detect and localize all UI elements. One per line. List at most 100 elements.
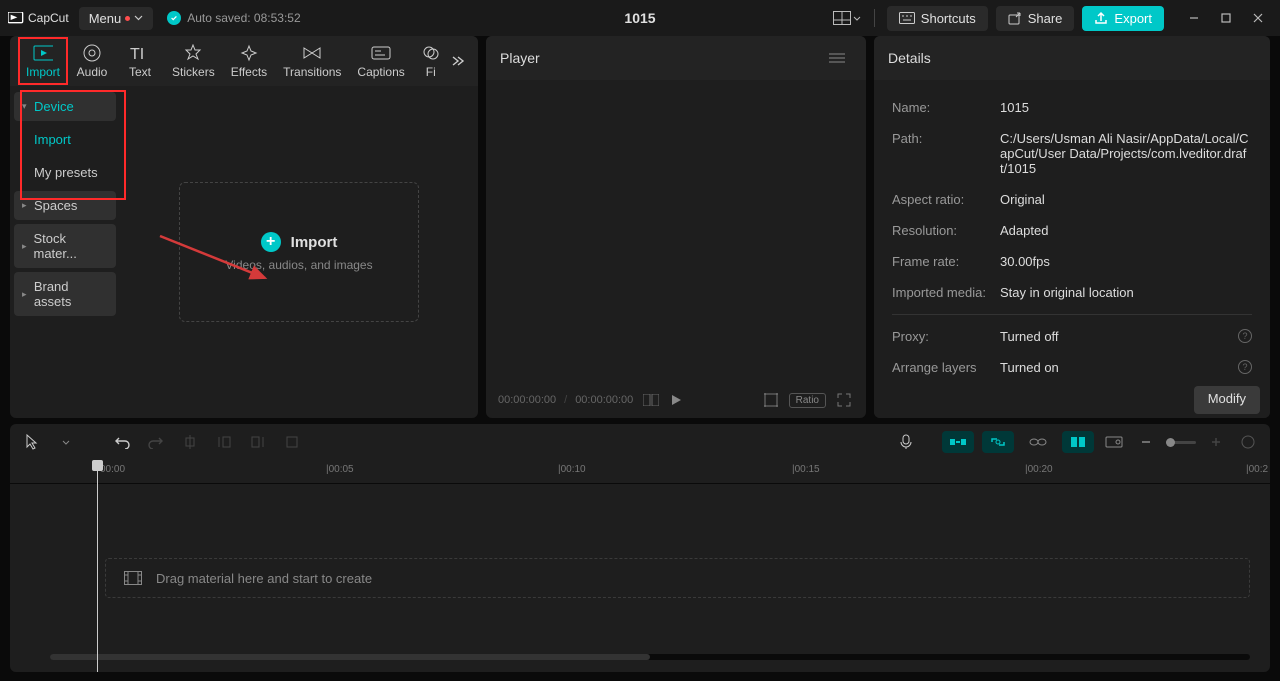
drag-hint-text: Drag material here and start to create — [156, 571, 372, 586]
transitions-icon — [302, 44, 322, 62]
redo-button[interactable] — [144, 430, 168, 454]
player-panel: Player 00:00:00:00 / 00:00:00:00 Ratio — [486, 36, 866, 418]
import-button[interactable]: + Import Videos, audios, and images — [179, 182, 419, 322]
tab-text-label: Text — [129, 65, 151, 79]
tab-import-label: Import — [26, 65, 60, 79]
menu-label: Menu — [89, 11, 122, 26]
menu-button[interactable]: Menu — [79, 7, 154, 30]
zoom-out-button[interactable] — [1134, 430, 1158, 454]
modify-button[interactable]: Modify — [1194, 386, 1260, 414]
zoom-in-button[interactable] — [1204, 430, 1228, 454]
compare-icon[interactable] — [641, 390, 661, 410]
keyboard-icon — [899, 12, 915, 24]
shortcuts-button[interactable]: Shortcuts — [887, 6, 988, 31]
audio-icon — [82, 44, 102, 62]
detail-imported-label: Imported media: — [892, 285, 1000, 300]
close-button[interactable] — [1244, 4, 1272, 32]
media-panel: Import Audio TI Text Stickers Effects Tr… — [10, 36, 478, 418]
detail-path-value: C:/Users/Usman Ali Nasir/AppData/Local/C… — [1000, 131, 1252, 176]
tab-import[interactable]: Import — [18, 40, 68, 83]
sidebar-item-spaces[interactable]: Spaces — [14, 191, 116, 220]
cursor-dropdown[interactable] — [54, 430, 78, 454]
player-menu-icon[interactable] — [822, 46, 852, 70]
tab-audio-label: Audio — [77, 65, 108, 79]
track-area[interactable]: Drag material here and start to create — [10, 484, 1270, 664]
tab-effects[interactable]: Effects — [223, 40, 275, 83]
export-label: Export — [1114, 11, 1152, 26]
ruler-tick: |00:05 — [326, 464, 354, 475]
export-button[interactable]: Export — [1082, 6, 1164, 31]
chevron-down-icon — [134, 15, 143, 21]
undo-button[interactable] — [110, 430, 134, 454]
fit-timeline-button[interactable] — [1236, 430, 1260, 454]
snap-toggle[interactable] — [1062, 431, 1094, 453]
playhead[interactable] — [97, 460, 98, 672]
divider — [892, 314, 1252, 315]
help-icon[interactable]: ? — [1238, 329, 1252, 343]
fullscreen-icon[interactable] — [834, 390, 854, 410]
tab-transitions-label: Transitions — [283, 65, 341, 79]
player-title: Player — [500, 50, 540, 66]
ruler-tick: |00:20 — [1025, 464, 1053, 475]
menu-notification-dot — [125, 16, 130, 21]
split-button[interactable] — [178, 430, 202, 454]
tab-captions[interactable]: Captions — [349, 40, 412, 83]
tab-audio[interactable]: Audio — [68, 40, 116, 83]
tab-transitions[interactable]: Transitions — [275, 40, 349, 83]
timeline-scrollbar[interactable] — [50, 654, 1250, 660]
shortcuts-label: Shortcuts — [921, 11, 976, 26]
maximize-button[interactable] — [1212, 4, 1240, 32]
import-hint: Videos, audios, and images — [225, 258, 372, 272]
sidebar-item-stock[interactable]: Stock mater... — [14, 224, 116, 268]
project-title: 1015 — [624, 10, 655, 26]
import-icon — [33, 44, 53, 62]
ruler-tick: |00:15 — [792, 464, 820, 475]
cursor-tool[interactable] — [20, 430, 44, 454]
crop-icon[interactable] — [761, 390, 781, 410]
detail-name-label: Name: — [892, 100, 1000, 115]
sidebar-item-brand[interactable]: Brand assets — [14, 272, 116, 316]
app-logo: CapCut — [8, 11, 69, 25]
scrollbar-thumb[interactable] — [50, 654, 650, 660]
help-icon[interactable]: ? — [1238, 360, 1252, 374]
tab-text[interactable]: TI Text — [116, 40, 164, 83]
share-button[interactable]: Share — [996, 6, 1075, 31]
details-panel: Details Name:1015 Path:C:/Users/Usman Al… — [874, 36, 1270, 418]
svg-text:TI: TI — [130, 46, 144, 61]
crop-tool[interactable] — [280, 430, 304, 454]
app-name: CapCut — [28, 11, 69, 25]
detail-name-value: 1015 — [1000, 100, 1252, 115]
film-icon — [124, 571, 142, 585]
sidebar-item-my-presets[interactable]: My presets — [14, 158, 116, 187]
autosave-text: Auto saved: 08:53:52 — [187, 11, 300, 25]
chevron-down-icon — [853, 16, 861, 21]
sidebar-item-device[interactable]: Device — [14, 92, 116, 121]
mic-button[interactable] — [894, 430, 918, 454]
tab-stickers[interactable]: Stickers — [164, 40, 223, 83]
tab-effects-label: Effects — [231, 65, 267, 79]
layout-icon[interactable] — [832, 6, 862, 30]
timeline-toolbar — [10, 424, 1270, 460]
import-drop-area: + Import Videos, audios, and images — [120, 86, 478, 418]
time-total: 00:00:00:00 — [575, 394, 633, 406]
detail-framerate-label: Frame rate: — [892, 254, 1000, 269]
magnet-toggle[interactable] — [942, 431, 974, 453]
delete-right-button[interactable] — [246, 430, 270, 454]
sidebar-item-import[interactable]: Import — [14, 125, 116, 154]
plus-icon: + — [261, 232, 281, 252]
delete-left-button[interactable] — [212, 430, 236, 454]
link-toggle[interactable] — [982, 431, 1014, 453]
play-button[interactable] — [669, 393, 683, 407]
ruler-tick: 00:00 — [100, 464, 125, 475]
zoom-slider[interactable] — [1166, 441, 1196, 444]
timeline: 00:00 |00:05 |00:10 |00:15 |00:20 |00:2 … — [10, 460, 1270, 672]
minimize-button[interactable] — [1180, 4, 1208, 32]
ratio-button[interactable]: Ratio — [789, 393, 826, 408]
timeline-drop-hint: Drag material here and start to create — [105, 558, 1250, 598]
preview-toggle[interactable] — [1102, 430, 1126, 454]
timeline-ruler[interactable]: 00:00 |00:05 |00:10 |00:15 |00:20 |00:2 — [10, 460, 1270, 484]
detail-imported-value: Stay in original location — [1000, 285, 1252, 300]
chain-toggle[interactable] — [1022, 431, 1054, 453]
detail-proxy-value: Turned off — [1000, 329, 1238, 344]
tabs-scroll-right[interactable] — [444, 47, 472, 75]
